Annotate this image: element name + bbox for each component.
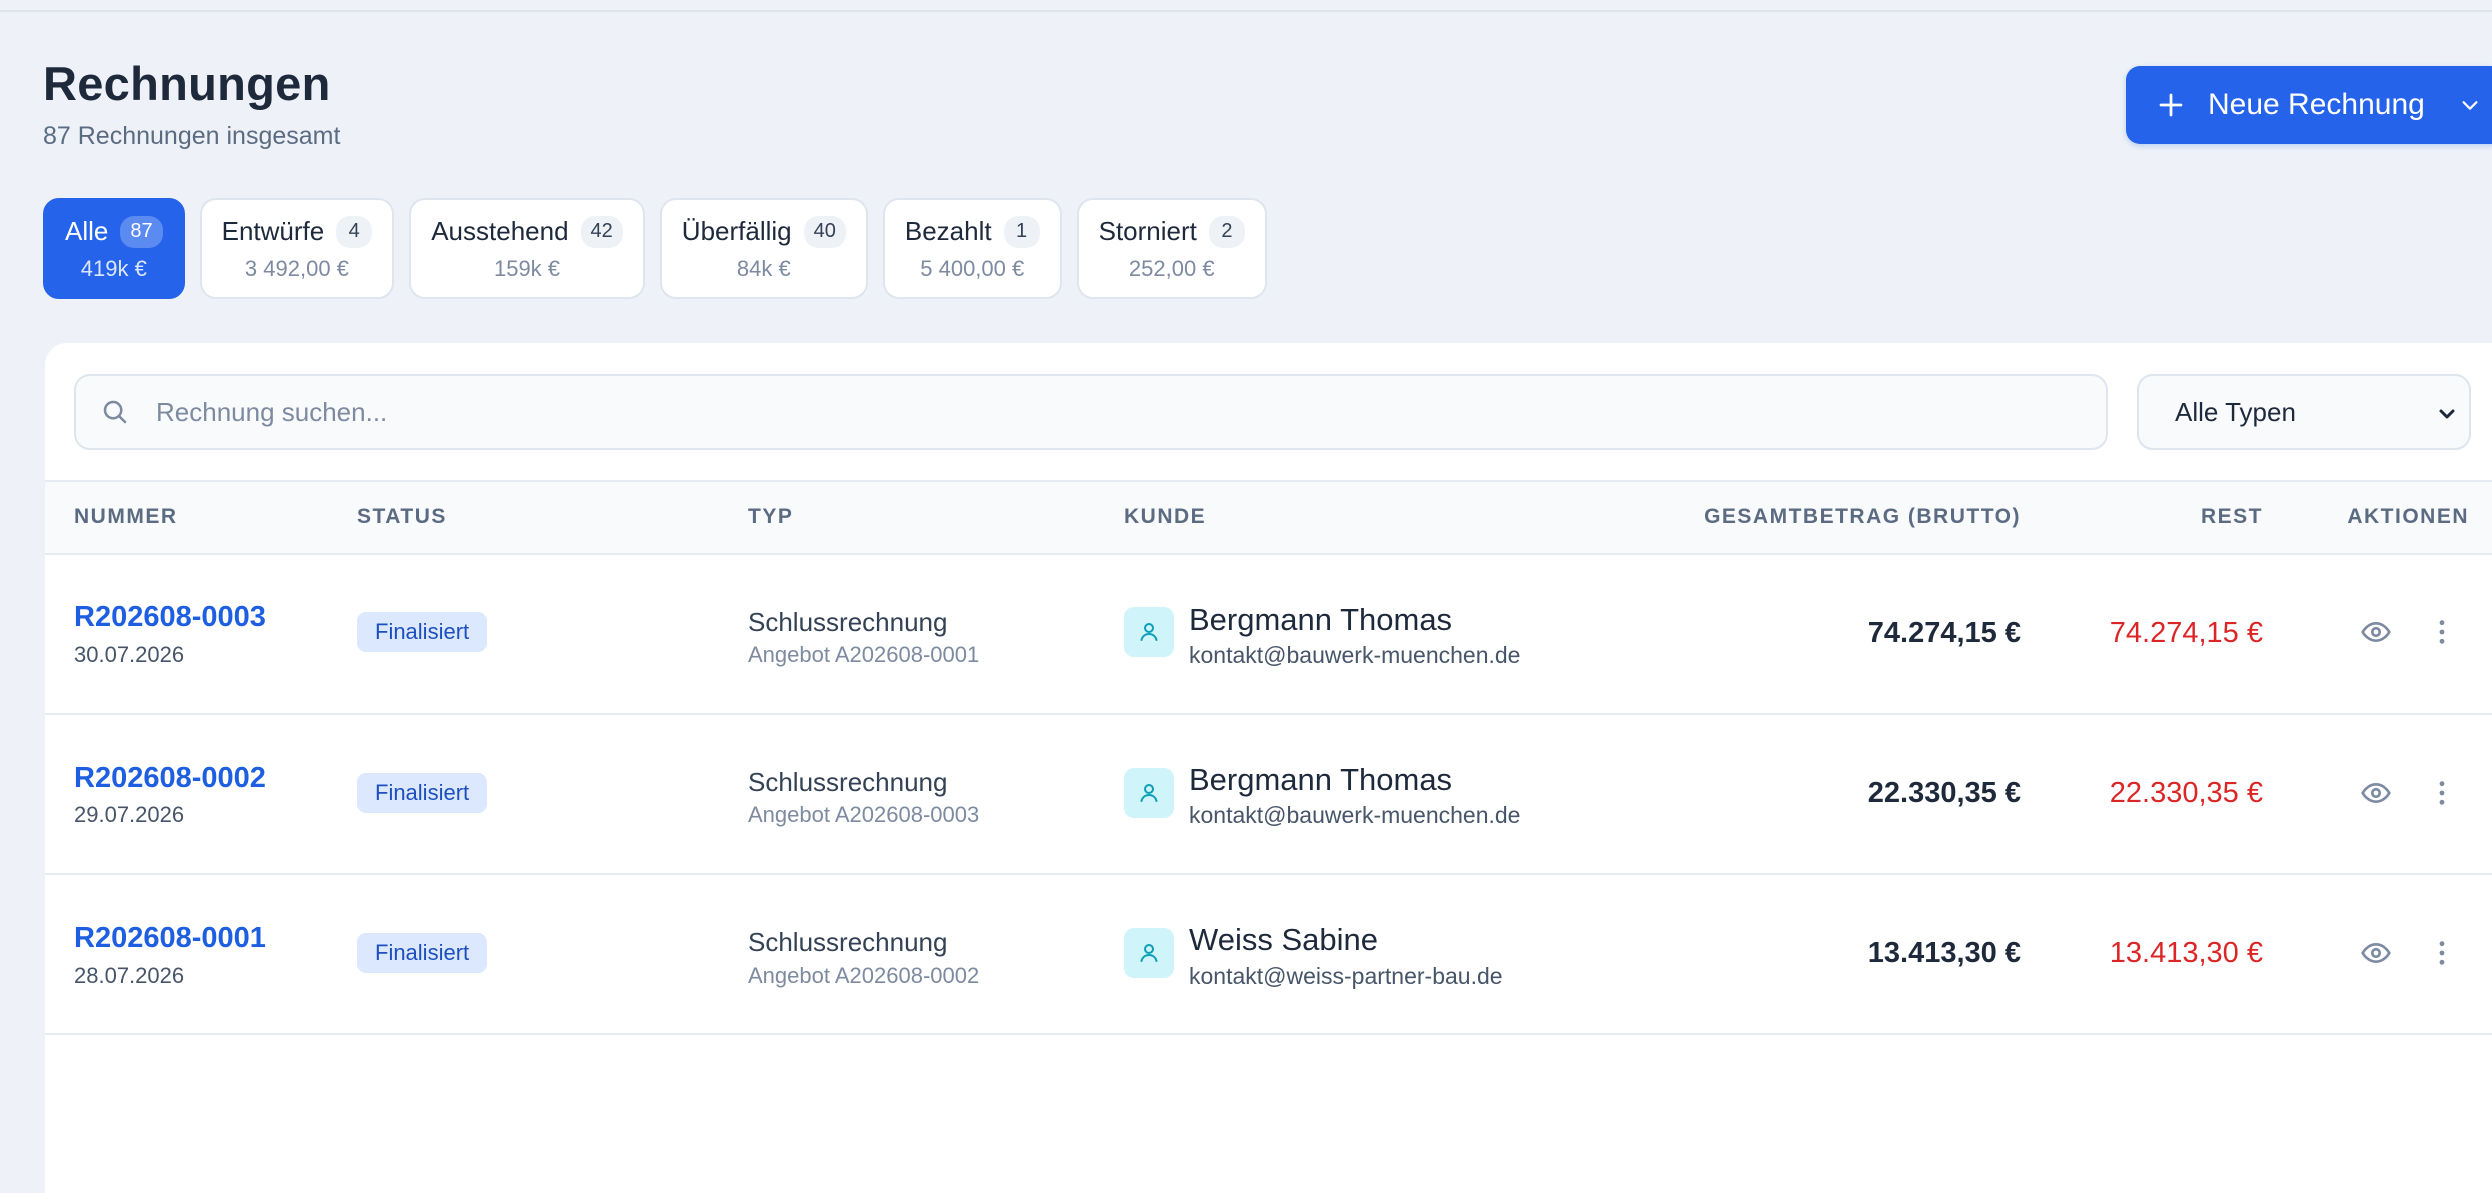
status-badge: Finalisiert	[357, 933, 488, 973]
customer-name: Bergmann Thomas	[1189, 762, 1453, 797]
customer-avatar	[1124, 607, 1174, 657]
filter-chip-amount: 159k €	[493, 255, 561, 281]
column-header-type[interactable]: TYP	[748, 505, 793, 529]
customer-email: kontakt@bauwerk-muenchen.de	[1189, 802, 1521, 828]
eye-icon[interactable]	[2360, 777, 2392, 809]
invoice-total: 74.274,15 €	[1867, 617, 2021, 649]
filter-chip-bezahlt[interactable]: Bezahlt 1 5 400,00 €	[882, 198, 1062, 299]
filter-chip-count: 1	[1003, 215, 1040, 248]
type-select-value: Alle Typen	[2175, 396, 2296, 427]
more-vertical-icon[interactable]	[2426, 616, 2458, 648]
invoice-total: 22.330,35 €	[1867, 777, 2021, 809]
status-filter-tabs: Alle 87 419k € Entwürfe 4 3 492,00 € Ausst…	[43, 198, 1267, 299]
status-badge: Finalisiert	[357, 773, 488, 813]
filter-chip-count: 2	[1208, 215, 1245, 248]
top-divider	[0, 10, 2492, 12]
filter-chip-label: Überfällig	[681, 216, 792, 246]
filter-chip-label: Entwürfe	[221, 216, 325, 246]
table-row[interactable]	[45, 1033, 2492, 1193]
invoice-number-link[interactable]: R202608-0003	[74, 601, 266, 634]
filter-chip-count: 40	[803, 215, 846, 248]
invoice-number-link[interactable]: R202608-0002	[74, 762, 266, 795]
filter-chip-alle[interactable]: Alle 87 419k €	[43, 198, 185, 299]
filter-chip-amount: 84k €	[736, 255, 791, 281]
customer-email: kontakt@bauwerk-muenchen.de	[1189, 642, 1521, 668]
invoice-type: Schlussrechnung	[748, 767, 948, 797]
filter-chip-storniert[interactable]: Storniert 2 252,00 €	[1076, 198, 1267, 299]
column-header-customer[interactable]: KUNDE	[1124, 505, 1206, 529]
customer-avatar	[1124, 768, 1174, 818]
filter-chip-amount: 419k €	[80, 255, 147, 281]
filter-chip-count: 4	[336, 215, 373, 248]
user-icon	[1140, 623, 1158, 641]
search-icon	[103, 400, 127, 424]
more-vertical-icon[interactable]	[2426, 937, 2458, 969]
plus-icon	[2159, 93, 2183, 117]
column-header-actions: AKTIONEN	[2347, 505, 2469, 528]
invoice-type: Schlussrechnung	[748, 607, 948, 637]
filter-chip-count: 87	[120, 215, 163, 248]
customer-name: Weiss Sabine	[1189, 922, 1378, 957]
more-vertical-icon[interactable]	[2426, 777, 2458, 809]
filter-chip-amount: 3 492,00 €	[244, 255, 349, 281]
type-select[interactable]: Alle Typen	[2137, 374, 2471, 450]
eye-icon[interactable]	[2360, 937, 2392, 969]
filter-chip-label: Bezahlt	[904, 216, 992, 246]
search-box[interactable]	[74, 374, 2108, 450]
invoice-rest: 13.413,30 €	[2109, 937, 2263, 969]
invoice-type-reference: Angebot A202608-0002	[748, 963, 980, 988]
invoice-type-reference: Angebot A202608-0001	[748, 642, 980, 667]
filter-chip-label: Alle	[65, 216, 109, 246]
customer-name: Bergmann Thomas	[1189, 602, 1453, 637]
filter-chip-amount: 252,00 €	[1128, 255, 1215, 281]
filter-chip-label: Storniert	[1098, 216, 1197, 246]
column-header-status[interactable]: STATUS	[357, 505, 447, 529]
invoice-type-reference: Angebot A202608-0003	[748, 802, 980, 827]
filter-chip-count: 42	[580, 215, 623, 248]
filter-chip-ueberfaellig[interactable]: Überfällig 40 84k €	[659, 198, 868, 299]
invoice-date: 28.07.2026	[74, 963, 185, 988]
filter-chip-amount: 5 400,00 €	[920, 255, 1025, 281]
invoice-rest: 22.330,35 €	[2109, 777, 2263, 809]
page-title: Rechnungen	[43, 57, 331, 110]
status-badge: Finalisiert	[357, 612, 488, 652]
column-header-total[interactable]: GESAMTBETRAG (BRUTTO)	[1704, 505, 2021, 529]
invoice-total: 13.413,30 €	[1867, 937, 2021, 969]
page-subtitle: 87 Rechnungen insgesamt	[43, 122, 341, 150]
invoice-type: Schlussrechnung	[748, 927, 948, 957]
user-icon	[1140, 944, 1158, 962]
chevron-down-icon[interactable]	[2459, 94, 2481, 116]
invoice-number-link[interactable]: R202608-0001	[74, 922, 266, 955]
eye-icon[interactable]	[2360, 616, 2392, 648]
filter-chip-label: Ausstehend	[431, 216, 569, 246]
filter-chip-ausstehend[interactable]: Ausstehend 42 159k €	[409, 198, 645, 299]
invoice-date: 30.07.2026	[74, 642, 185, 667]
new-invoice-button[interactable]: Neue Rechnung	[2126, 66, 2492, 144]
search-input[interactable]	[156, 396, 2056, 428]
new-invoice-label: Neue Rechnung	[2208, 88, 2425, 121]
filter-chip-entwuerfe[interactable]: Entwürfe 4 3 492,00 €	[199, 198, 395, 299]
customer-avatar	[1124, 928, 1174, 978]
customer-email: kontakt@weiss-partner-bau.de	[1189, 963, 1503, 989]
user-icon	[1140, 784, 1158, 802]
column-header-number[interactable]: NUMMER	[74, 505, 178, 529]
column-header-rest[interactable]: REST	[2201, 505, 2263, 529]
invoice-date: 29.07.2026	[74, 802, 185, 827]
invoice-rest: 74.274,15 €	[2109, 617, 2263, 649]
chevron-down-icon	[2439, 409, 2455, 419]
